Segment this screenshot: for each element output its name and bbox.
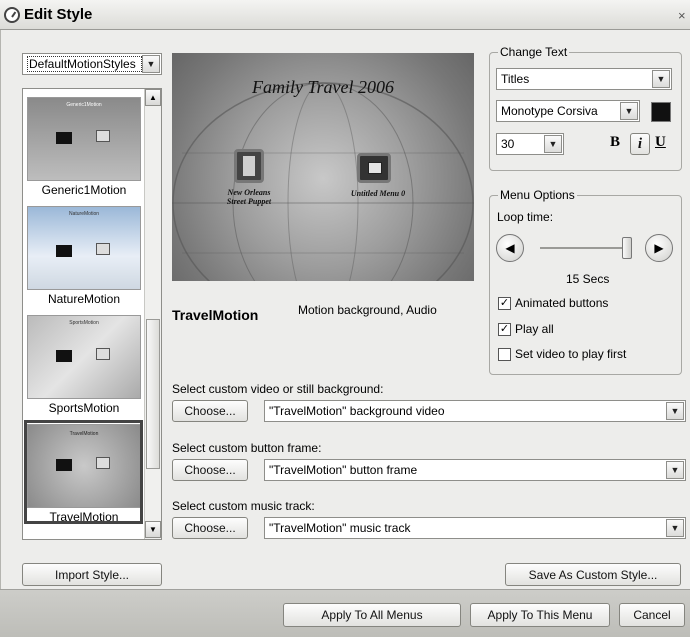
chevron-down-icon[interactable]: ▼ [544, 135, 562, 153]
video-first-label: Set video to play first [515, 347, 627, 361]
apply-this-menu-button[interactable]: Apply To This Menu [470, 603, 610, 627]
thumb-title: Generic1Motion [66, 102, 102, 108]
frame-select[interactable]: "TravelMotion" button frame ▼ [264, 459, 686, 481]
custom-frame-label: Select custom button frame: [172, 441, 322, 455]
animated-buttons-checkbox[interactable]: ✓ [498, 296, 511, 310]
style-name: TravelMotion [172, 307, 259, 323]
chevron-down-icon[interactable]: ▼ [666, 461, 684, 479]
font-select[interactable]: Monotype Corsiva ▼ [496, 100, 640, 122]
style-label[interactable]: NatureMotion [23, 292, 145, 306]
caption-line-2: Street Puppet [226, 197, 272, 206]
cancel-button[interactable]: Cancel [619, 603, 685, 627]
custom-background-label: Select custom video or still background: [172, 382, 384, 396]
loop-decrease-icon[interactable]: ◀ [496, 234, 524, 262]
music-select[interactable]: "TravelMotion" music track ▼ [264, 517, 686, 539]
chevron-down-icon[interactable]: ▼ [620, 102, 638, 120]
thumb-button-icon [56, 245, 72, 257]
preview-button-1-caption: New Orleans Street Puppet [218, 188, 280, 206]
window-title: Edit Style [24, 6, 93, 23]
italic-button[interactable]: i [630, 133, 650, 155]
custom-music-label: Select custom music track: [172, 499, 315, 513]
animated-buttons-label: Animated buttons [515, 296, 609, 310]
thumb-title: SportsMotion [69, 320, 99, 326]
chevron-down-icon[interactable]: ▼ [142, 55, 160, 73]
import-style-button[interactable]: Import Style... [22, 563, 162, 586]
thumb-button-icon [96, 243, 110, 255]
text-color-swatch[interactable] [651, 102, 671, 122]
preview-button-2-caption: Untitled Menu 0 [350, 189, 406, 198]
chevron-down-icon[interactable]: ▼ [666, 402, 684, 420]
scroll-down-icon[interactable]: ▼ [145, 521, 161, 538]
play-all-row[interactable]: ✓ Play all [498, 322, 554, 336]
play-all-checkbox[interactable]: ✓ [498, 322, 511, 336]
choose-music-button[interactable]: Choose... [172, 517, 248, 539]
font-value: Monotype Corsiva [501, 104, 598, 118]
underline-button[interactable]: U [655, 134, 666, 151]
style-thumb-sportsmotion[interactable]: SportsMotion [27, 315, 141, 399]
choose-background-button[interactable]: Choose... [172, 400, 248, 422]
video-first-checkbox[interactable] [498, 347, 511, 361]
music-value: "TravelMotion" music track [269, 521, 411, 535]
scroll-thumb[interactable] [146, 319, 160, 469]
font-size-value: 30 [501, 137, 515, 151]
close-icon[interactable]: × [678, 8, 686, 23]
frame-value: "TravelMotion" button frame [269, 463, 418, 477]
font-size-select[interactable]: 30 ▼ [496, 133, 564, 155]
style-library-dropdown[interactable]: DefaultMotionStyles ▼ [22, 53, 162, 75]
menu-options-label: Menu Options [498, 188, 577, 202]
thumb-button-icon [56, 132, 72, 144]
choose-frame-button[interactable]: Choose... [172, 459, 248, 481]
apply-all-menus-button[interactable]: Apply To All Menus [283, 603, 461, 627]
video-first-row[interactable]: Set video to play first [498, 347, 626, 361]
style-library-value: DefaultMotionStyles [27, 56, 142, 72]
preview-menu-title[interactable]: Family Travel 2006 [172, 77, 474, 98]
background-select[interactable]: "TravelMotion" background video ▼ [264, 400, 686, 422]
caption-line-1: New Orleans [227, 188, 271, 197]
save-custom-style-button[interactable]: Save As Custom Style... [505, 563, 681, 586]
thumb-button-icon [56, 350, 72, 362]
menu-icon [368, 162, 382, 174]
menu-preview[interactable]: Family Travel 2006 New Orleans Street Pu… [172, 53, 474, 281]
style-thumb-generic1motion[interactable]: Generic1Motion [27, 97, 141, 181]
style-label[interactable]: Generic1Motion [23, 183, 145, 197]
loop-time-slider[interactable] [540, 237, 632, 259]
thumb-title: NatureMotion [68, 211, 99, 217]
preview-button-2-thumb[interactable] [357, 153, 391, 183]
title-bar: Edit Style × [0, 0, 690, 30]
change-text-label: Change Text [498, 45, 570, 59]
loop-time-value: 15 Secs [566, 272, 610, 286]
bold-button[interactable]: B [610, 134, 620, 151]
style-list-scrollbar[interactable]: ▲ ▼ [144, 89, 161, 539]
loop-time-label: Loop time: [497, 210, 554, 224]
play-all-label: Play all [515, 322, 554, 336]
background-value: "TravelMotion" background video [269, 404, 445, 418]
chevron-down-icon[interactable]: ▼ [652, 70, 670, 88]
thumb-button-icon [96, 348, 110, 360]
puppet-icon [243, 156, 255, 176]
chevron-down-icon[interactable]: ▼ [666, 519, 684, 537]
scroll-up-icon[interactable]: ▲ [145, 89, 161, 106]
selected-style-frame [24, 420, 143, 524]
loop-increase-icon[interactable]: ▶ [645, 234, 673, 262]
text-target-value: Titles [501, 72, 530, 86]
animated-buttons-row[interactable]: ✓ Animated buttons [498, 296, 608, 310]
thumb-button-icon [96, 130, 110, 142]
slider-thumb[interactable] [622, 237, 632, 259]
text-target-select[interactable]: Titles ▼ [496, 68, 672, 90]
style-thumb-naturemotion[interactable]: NatureMotion [27, 206, 141, 290]
style-label[interactable]: SportsMotion [23, 401, 145, 415]
preview-button-1-thumb[interactable] [234, 149, 264, 183]
app-icon [4, 7, 20, 23]
style-description: Motion background, Audio [298, 303, 437, 317]
